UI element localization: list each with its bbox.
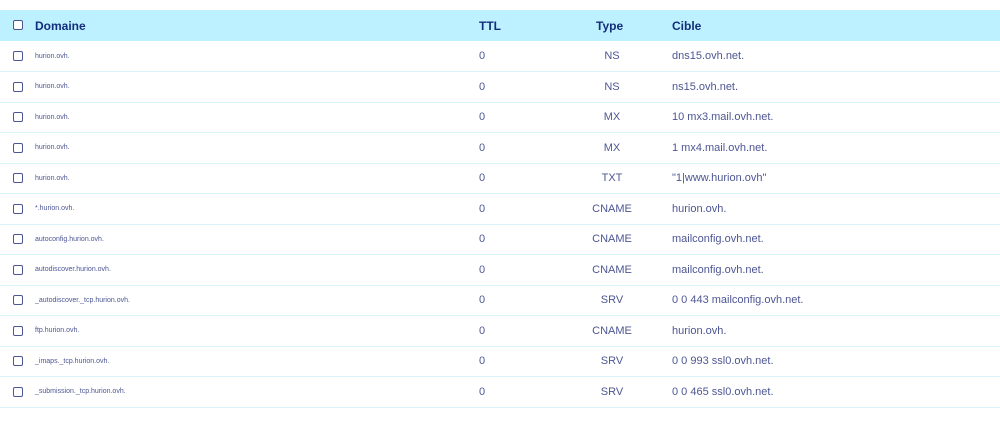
type-cell: CNAME	[592, 202, 632, 215]
ttl-cell: 0	[479, 141, 486, 154]
row-checkbox[interactable]	[13, 173, 23, 184]
table-row[interactable]: ftp.hurion.ovh. 0 CNAME hurion.ovh.	[0, 316, 1000, 347]
row-select-cell	[0, 377, 35, 408]
ttl-cell: 0	[479, 172, 486, 185]
type-cell: CNAME	[592, 263, 632, 276]
row-checkbox[interactable]	[13, 81, 23, 92]
cible-cell: 1 mx4.mail.ovh.net.	[672, 141, 768, 154]
row-select-cell	[0, 224, 35, 255]
select-all-checkbox[interactable]	[13, 20, 23, 31]
table-header: Domaine TTL Type Cible	[0, 10, 1000, 41]
ttl-cell: 0	[479, 355, 486, 368]
row-select-cell	[0, 255, 35, 286]
domain-cell: hurion.ovh.	[35, 52, 70, 60]
column-header-type[interactable]: Type	[562, 10, 672, 41]
table-row[interactable]: hurion.ovh. 0 TXT "1|www.hurion.ovh"	[0, 163, 1000, 194]
row-select-cell	[0, 163, 35, 194]
row-select-cell	[0, 41, 35, 72]
row-select-cell	[0, 133, 35, 164]
cible-cell: "1|www.hurion.ovh"	[672, 172, 767, 185]
domain-cell: hurion.ovh.	[35, 113, 70, 121]
domain-cell: *.hurion.ovh.	[35, 205, 75, 213]
column-header-domain[interactable]: Domaine	[35, 10, 442, 41]
row-select-cell	[0, 346, 35, 377]
table-row[interactable]: _submission._tcp.hurion.ovh. 0 SRV 0 0 465 …	[0, 377, 1000, 408]
type-cell: NS	[604, 50, 620, 62]
domain-cell: hurion.ovh.	[35, 174, 70, 182]
table-body: hurion.ovh. 0 NS dns15.ovh.net. hurion.ovh. 0…	[0, 41, 1000, 407]
table-row[interactable]: hurion.ovh. 0 MX 10 mx3.mail.ovh.net.	[0, 102, 1000, 133]
row-checkbox[interactable]	[13, 386, 23, 397]
type-cell: CNAME	[592, 324, 632, 337]
row-select-cell	[0, 316, 35, 347]
domain-cell: autodiscover.hurion.ovh.	[35, 266, 111, 274]
domain-cell: hurion.ovh.	[35, 144, 70, 152]
column-header-cible[interactable]: Cible	[672, 10, 1000, 41]
table-row[interactable]: _imaps._tcp.hurion.ovh. 0 SRV 0 0 993 ssl0.…	[0, 346, 1000, 377]
domain-cell: autoconfig.hurion.ovh.	[35, 235, 104, 243]
row-checkbox[interactable]	[13, 51, 23, 62]
row-checkbox[interactable]	[13, 234, 23, 245]
row-checkbox[interactable]	[13, 112, 23, 123]
row-checkbox[interactable]	[13, 203, 23, 214]
table-row[interactable]: autoconfig.hurion.ovh. 0 CNAME mailconfig.o…	[0, 224, 1000, 255]
table-row[interactable]: hurion.ovh. 0 NS dns15.ovh.net.	[0, 41, 1000, 72]
type-cell: SRV	[600, 385, 624, 398]
row-select-cell	[0, 285, 35, 316]
table-header-row: Domaine TTL Type Cible	[0, 10, 1000, 41]
type-cell: TXT	[601, 172, 623, 185]
row-select-cell	[0, 102, 35, 133]
select-all-cell	[0, 10, 35, 41]
table-row[interactable]: autodiscover.hurion.ovh. 0 CNAME mailconfig…	[0, 255, 1000, 286]
row-checkbox[interactable]	[13, 142, 23, 153]
cible-cell: 0 0 465 ssl0.ovh.net.	[672, 385, 774, 398]
domain-cell: ftp.hurion.ovh.	[35, 327, 80, 335]
table-row[interactable]: *.hurion.ovh. 0 CNAME hurion.ovh.	[0, 194, 1000, 225]
type-cell: CNAME	[592, 233, 632, 246]
ttl-cell: 0	[479, 50, 486, 62]
ttl-cell: 0	[479, 324, 486, 337]
cible-cell: 0 0 443 mailconfig.ovh.net.	[672, 294, 804, 307]
ttl-cell: 0	[479, 294, 486, 307]
column-header-ttl[interactable]: TTL	[442, 10, 562, 41]
domain-cell: _imaps._tcp.hurion.ovh.	[35, 357, 110, 365]
cible-cell: ns15.ovh.net.	[672, 80, 739, 93]
row-checkbox[interactable]	[13, 264, 23, 275]
row-checkbox[interactable]	[13, 295, 23, 306]
ttl-cell: 0	[479, 263, 486, 276]
type-cell: MX	[603, 141, 621, 154]
ttl-cell: 0	[479, 111, 486, 124]
cible-cell: mailconfig.ovh.net.	[672, 263, 764, 276]
ttl-cell: 0	[479, 385, 486, 398]
cible-cell: hurion.ovh.	[672, 324, 727, 337]
table-row[interactable]: _autodiscover._tcp.hurion.ovh. 0 SRV 0 0 44…	[0, 285, 1000, 316]
table-row[interactable]: hurion.ovh. 0 MX 1 mx4.mail.ovh.net.	[0, 133, 1000, 164]
table-row[interactable]: hurion.ovh. 0 NS ns15.ovh.net.	[0, 72, 1000, 103]
cible-cell: mailconfig.ovh.net.	[672, 233, 764, 246]
cible-cell: 10 mx3.mail.ovh.net.	[672, 111, 774, 124]
row-checkbox[interactable]	[13, 325, 23, 336]
type-cell: MX	[603, 111, 621, 124]
type-cell: SRV	[600, 294, 624, 307]
ttl-cell: 0	[479, 80, 486, 93]
cible-cell: hurion.ovh.	[672, 202, 727, 215]
dns-records-table: Domaine TTL Type Cible hurion.ovh. 0 NS dns…	[0, 10, 1000, 408]
domain-cell: hurion.ovh.	[35, 83, 70, 91]
row-select-cell	[0, 72, 35, 103]
cible-cell: dns15.ovh.net.	[672, 50, 745, 62]
cible-cell: 0 0 993 ssl0.ovh.net.	[672, 355, 774, 368]
dns-records-table-container: Domaine TTL Type Cible hurion.ovh. 0 NS dns…	[0, 10, 1000, 408]
row-checkbox[interactable]	[13, 356, 23, 367]
row-select-cell	[0, 194, 35, 225]
ttl-cell: 0	[479, 233, 486, 246]
ttl-cell: 0	[479, 202, 486, 215]
type-cell: NS	[604, 80, 620, 93]
type-cell: SRV	[600, 355, 624, 368]
domain-cell: _submission._tcp.hurion.ovh.	[35, 388, 126, 396]
domain-cell: _autodiscover._tcp.hurion.ovh.	[35, 296, 130, 304]
